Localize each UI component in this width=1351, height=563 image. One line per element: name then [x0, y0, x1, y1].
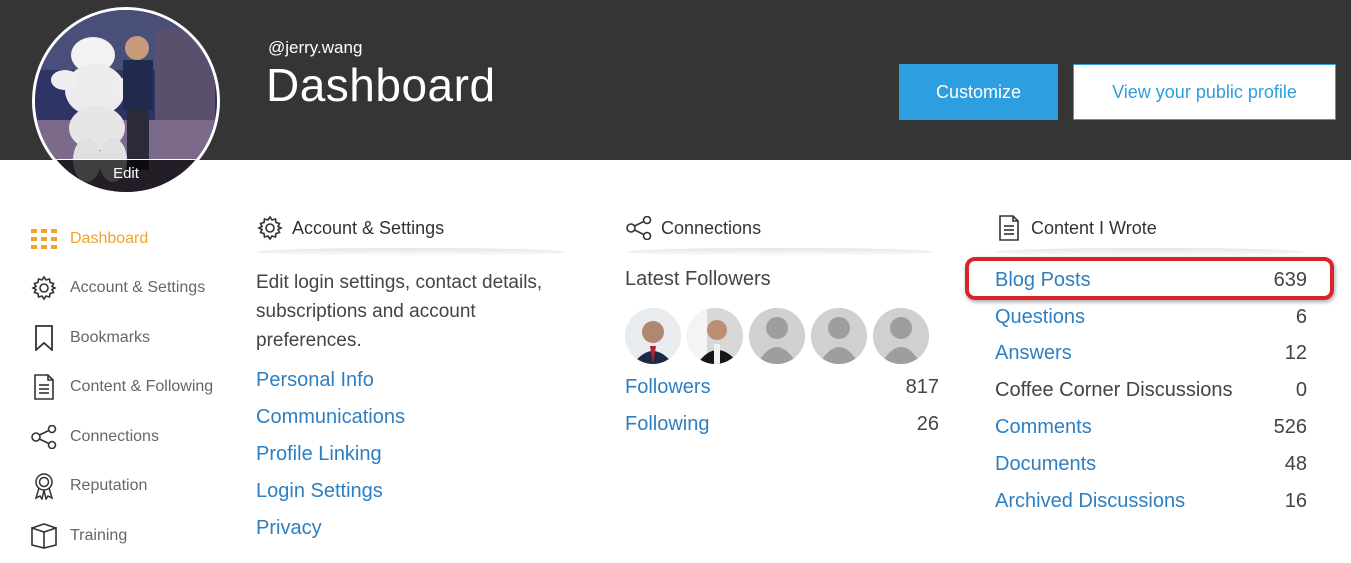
share-icon	[625, 214, 653, 242]
sidebar-item-connections[interactable]: Connections	[30, 422, 230, 452]
followers-link[interactable]: Followers	[625, 376, 711, 399]
sidebar-item-label: Dashboard	[70, 230, 149, 247]
sidebar-item-label: Content & Following	[70, 378, 214, 395]
divider	[995, 248, 1305, 256]
sidebar-item-label: Reputation	[70, 477, 148, 494]
answers-link[interactable]: Answers	[995, 342, 1072, 365]
gear-icon	[256, 214, 284, 242]
coffee-corner-count: 0	[1295, 379, 1307, 401]
document-icon	[30, 373, 58, 401]
archived-discussions-link[interactable]: Archived Discussions	[995, 490, 1185, 513]
answers-count: 12	[1284, 342, 1307, 364]
view-public-profile-button[interactable]: View your public profile	[1073, 64, 1336, 120]
questions-link[interactable]: Questions	[995, 306, 1085, 329]
login-settings-link[interactable]: Login Settings	[256, 480, 566, 517]
divider	[625, 248, 935, 256]
documents-count: 48	[1284, 453, 1307, 475]
blog-posts-link[interactable]: Blog Posts	[995, 269, 1091, 292]
heading-label: Content I Wrote	[1031, 217, 1157, 238]
sidebar-item-training[interactable]: Training	[30, 521, 230, 551]
book-icon	[30, 522, 58, 550]
document-icon	[995, 214, 1023, 242]
sidebar-item-dashboard[interactable]: Dashboard	[30, 224, 230, 254]
comments-count: 526	[1273, 416, 1307, 438]
follower-avatar[interactable]	[625, 308, 681, 364]
following-count: 26	[916, 413, 939, 435]
avatar[interactable]: Edit	[32, 7, 220, 195]
answers-row[interactable]: Answers 12	[995, 342, 1307, 365]
user-handle: @jerry.wang	[268, 38, 363, 57]
heading-label: Connections	[661, 217, 762, 238]
sidebar-item-account-settings[interactable]: Account & Settings	[30, 273, 230, 303]
sidebar-item-label: Bookmarks	[70, 329, 151, 346]
connections-heading: Connections	[625, 212, 939, 244]
following-link[interactable]: Following	[625, 413, 709, 436]
avatar-edit-label[interactable]: Edit	[35, 159, 217, 192]
heading-label: Account & Settings	[292, 217, 445, 238]
documents-row[interactable]: Documents 48	[995, 453, 1307, 476]
latest-followers-label: Latest Followers	[625, 268, 771, 290]
latest-followers-list	[625, 308, 935, 364]
followers-row[interactable]: Followers 817	[625, 376, 939, 399]
page-title: Dashboard	[266, 59, 496, 111]
coffee-corner-row: Coffee Corner Discussions 0	[995, 379, 1307, 402]
comments-link[interactable]: Comments	[995, 416, 1092, 439]
archived-discussions-count: 16	[1284, 490, 1307, 512]
share-icon	[30, 423, 58, 451]
sidebar-item-content-following[interactable]: Content & Following	[30, 372, 230, 402]
grid-icon	[30, 225, 58, 253]
account-links: Personal Info Communications Profile Lin…	[256, 369, 566, 554]
customize-button[interactable]: Customize	[899, 64, 1058, 120]
account-description: Edit login settings, contact details, su…	[256, 272, 543, 351]
follower-avatar[interactable]	[687, 308, 743, 364]
follower-avatar-placeholder[interactable]	[749, 308, 805, 364]
sidebar-item-reputation[interactable]: Reputation	[30, 471, 230, 501]
blog-posts-row[interactable]: Blog Posts 639	[995, 269, 1307, 292]
bookmark-icon	[30, 324, 58, 352]
follower-avatar-placeholder[interactable]	[811, 308, 867, 364]
following-row[interactable]: Following 26	[625, 413, 939, 436]
followers-count: 817	[905, 376, 939, 398]
connections-panel: Connections Latest Followers Followers 8…	[625, 212, 939, 452]
questions-count: 6	[1295, 306, 1307, 328]
blog-posts-count: 639	[1273, 269, 1307, 291]
content-heading: Content I Wrote	[995, 212, 1309, 244]
sidebar-item-label: Training	[70, 527, 128, 544]
questions-row[interactable]: Questions 6	[995, 306, 1307, 329]
privacy-link[interactable]: Privacy	[256, 517, 566, 554]
gear-icon	[30, 274, 58, 302]
coffee-corner-label: Coffee Corner Discussions	[995, 379, 1233, 401]
account-settings-heading: Account & Settings	[256, 212, 566, 244]
divider	[256, 248, 566, 256]
personal-info-link[interactable]: Personal Info	[256, 369, 566, 406]
sidebar-item-label: Account & Settings	[70, 279, 206, 296]
comments-row[interactable]: Comments 526	[995, 416, 1307, 439]
communications-link[interactable]: Communications	[256, 406, 566, 443]
archived-discussions-row[interactable]: Archived Discussions 16	[995, 490, 1307, 513]
sidebar-item-label: Connections	[70, 428, 159, 445]
sidebar-item-bookmarks[interactable]: Bookmarks	[30, 323, 230, 353]
follower-avatar-placeholder[interactable]	[873, 308, 929, 364]
content-i-wrote-panel: Content I Wrote Blog Posts 639 Questions…	[995, 212, 1309, 522]
account-settings-panel: Account & Settings Edit login settings, …	[256, 212, 566, 554]
award-icon	[30, 472, 58, 500]
profile-linking-link[interactable]: Profile Linking	[256, 443, 566, 480]
documents-link[interactable]: Documents	[995, 453, 1096, 476]
